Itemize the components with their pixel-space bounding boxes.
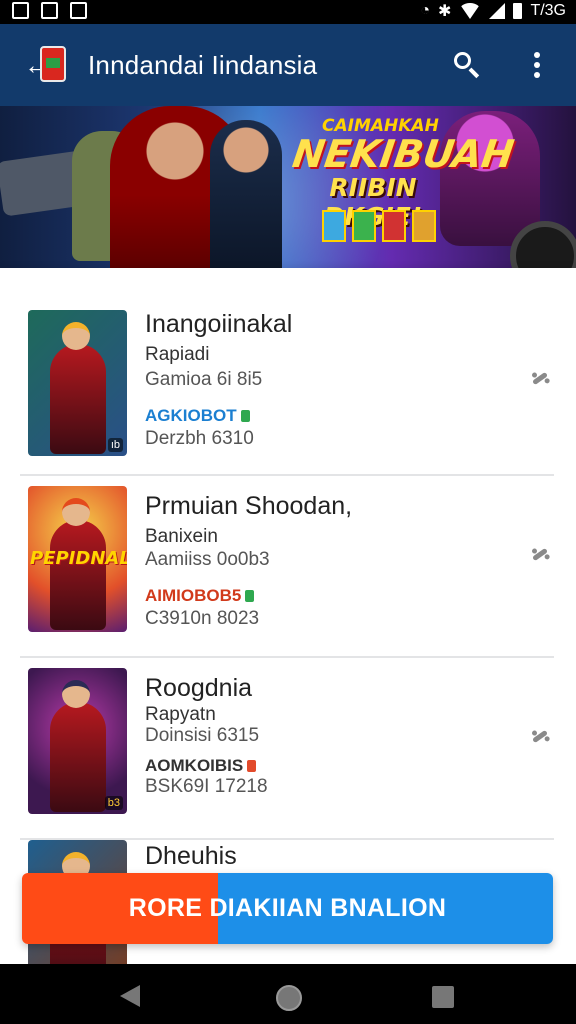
primary-action-label: RORE DIAKIIAN BNALION: [128, 894, 447, 922]
app-title: Inndandai Iindansia: [88, 50, 318, 80]
game-thumbnail[interactable]: ıb: [28, 310, 127, 456]
game-tag: AOMKOIBIS: [145, 756, 257, 776]
image-notification-icon: [12, 2, 29, 19]
game-stat: C3910n 8023: [145, 608, 260, 629]
gallery-notification-icon: [70, 2, 87, 19]
bluetooth-icon: ✱: [438, 3, 452, 20]
search-icon[interactable]: [452, 50, 482, 80]
game-subtitle: Banixein: [145, 526, 218, 547]
status-dot-icon: [240, 410, 250, 422]
app-logo: [40, 46, 66, 82]
game-meta: Gamioa 6i 8i5: [145, 369, 263, 390]
photo-notification-icon: [41, 2, 58, 19]
game-list-item[interactable]: b3 Roogdnia Rapyatn Doinsisi 6315 AOMKOI…: [20, 656, 554, 840]
system-nav-bar: [0, 964, 576, 1024]
game-meta: Aamiiss 0o0b3: [145, 549, 270, 570]
status-bar: ◔ ✱ T/3G: [0, 0, 576, 24]
alarm-icon: ◔: [420, 2, 431, 19]
app-bar: ← Inndandai Iindansia: [0, 24, 576, 106]
game-list-item[interactable]: PEPIDNAL Prmuian Shoodan, Banixein Aamii…: [20, 474, 554, 658]
banner-headline: NEKIBUAH: [289, 132, 517, 176]
game-title: Prmuian Shoodan,: [145, 492, 353, 520]
featured-banner[interactable]: CAIMAHKAH NEKIBUAH RIIBIN DKGIE!: [0, 106, 576, 268]
nav-recents-icon[interactable]: [432, 986, 454, 1008]
thumbnail-poster-text: PEPIDNAL: [30, 548, 127, 569]
more-options-icon[interactable]: [534, 52, 540, 82]
thumbnail-badge: ıb: [107, 438, 123, 452]
status-dot-icon: [245, 590, 255, 602]
wifi-icon: [459, 3, 482, 19]
game-subtitle: Rapiadi: [145, 344, 210, 365]
game-list-item[interactable]: ıb Inangoiinakal Rapiadi Gamioa 6i 8i5 A…: [20, 292, 554, 476]
game-list: ıb Inangoiinakal Rapiadi Gamioa 6i 8i5 A…: [0, 268, 576, 986]
status-bar-notifications: [12, 2, 87, 19]
signal-icon: [489, 3, 506, 19]
game-meta: Doinsisi 6315: [145, 725, 260, 746]
nav-home-icon[interactable]: [276, 985, 302, 1011]
status-time: T/3G: [530, 2, 566, 19]
download-icon[interactable]: [532, 729, 548, 744]
banner-character-cards: [322, 210, 436, 242]
status-bar-indicators: ◔ ✱ T/3G: [420, 1, 566, 21]
primary-action-button[interactable]: RORE DIAKIIAN BNALION: [22, 873, 553, 944]
download-icon[interactable]: [532, 547, 548, 562]
download-icon[interactable]: [532, 371, 548, 386]
thumbnail-badge: b3: [104, 796, 123, 810]
game-title: Inangoiinakal: [145, 310, 293, 338]
banner-sidekick-artwork: [210, 120, 282, 268]
battery-icon: [513, 3, 523, 19]
game-stat: BSK69I 17218: [145, 776, 268, 797]
game-title: Dheuhis: [145, 842, 237, 870]
game-subtitle: Rapyatn: [145, 704, 216, 725]
game-stat: Derzbh 6310: [145, 428, 254, 449]
game-thumbnail[interactable]: b3: [28, 668, 127, 814]
nav-back-icon[interactable]: [120, 985, 140, 1007]
game-tag: AGKIOBOT: [145, 406, 250, 426]
game-title: Roogdnia: [145, 674, 253, 702]
game-thumbnail[interactable]: PEPIDNAL: [28, 486, 127, 632]
status-dot-icon: [247, 760, 257, 772]
game-tag: AIMIOBOB5: [145, 586, 255, 606]
